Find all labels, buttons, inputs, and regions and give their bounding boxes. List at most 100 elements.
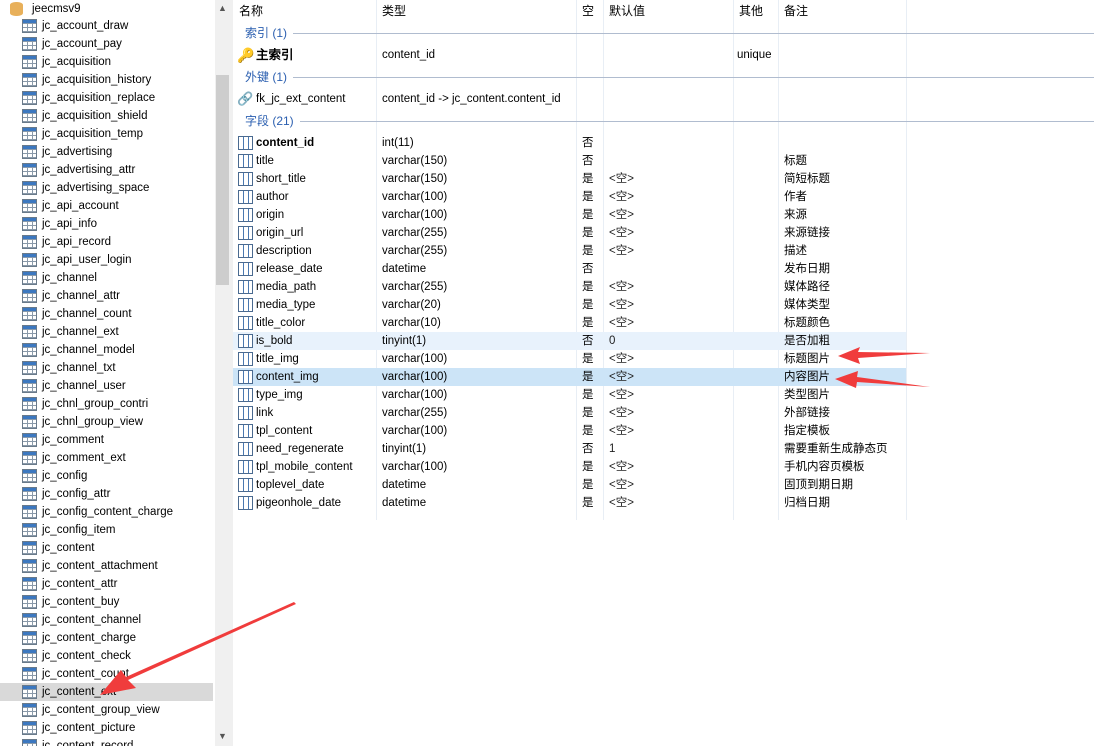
field-row[interactable]: need_regenerate tinyint(1) 否 1 需要重新生成静态页 [233,440,906,458]
sidebar-table-item[interactable]: jc_content_record [0,737,213,746]
field-name: content_id [256,137,315,149]
field-row[interactable]: media_type varchar(20) 是 <空> 媒体类型 [233,296,906,314]
sidebar-table-item[interactable]: jc_acquisition_history [0,71,213,89]
field-row[interactable]: content_id int(11) 否 [233,134,906,152]
sidebar-table-item[interactable]: jc_api_info [0,215,213,233]
sidebar-table-item[interactable]: jc_comment_ext [0,449,213,467]
field-icon [238,424,253,438]
field-default: <空> [609,227,634,239]
col-header-default[interactable]: 默认值 [603,0,645,22]
index-row[interactable]: 🔑 主索引 content_id unique [233,46,906,64]
field-row[interactable]: pigeonhole_date datetime 是 <空> 归档日期 [233,494,906,512]
field-row[interactable]: is_bold tinyint(1) 否 0 是否加粗 [233,332,906,350]
sidebar-table-item[interactable]: jc_acquisition [0,53,213,71]
sidebar-table-item[interactable]: jc_content_attachment [0,557,213,575]
scroll-down-icon[interactable]: ▼ [215,731,230,741]
col-header-type[interactable]: 类型 [376,0,406,22]
sidebar-table-item[interactable]: jc_acquisition_temp [0,125,213,143]
table-icon [22,217,37,231]
sidebar-table-item[interactable]: jc_config_attr [0,485,213,503]
sidebar-table-item[interactable]: jc_channel_attr [0,287,213,305]
field-row[interactable]: short_title varchar(150) 是 <空> 简短标题 [233,170,906,188]
col-header-other[interactable]: 其他 [733,0,763,22]
field-row[interactable]: tpl_mobile_content varchar(100) 是 <空> 手机内容页模… [233,458,906,476]
field-type: int(11) [382,137,414,149]
sidebar-table-item[interactable]: jc_config [0,467,213,485]
sidebar-table-item[interactable]: jc_api_record [0,233,213,251]
field-row[interactable]: origin varchar(100) 是 <空> 来源 [233,206,906,224]
sidebar-table-item[interactable]: jc_content_picture [0,719,213,737]
sidebar-table-item[interactable]: jc_channel_count [0,305,213,323]
sidebar-table-item[interactable]: jc_account_draw [0,17,213,35]
sidebar-table-item[interactable]: jc_channel_user [0,377,213,395]
sidebar-table-item[interactable]: jc_content_channel [0,611,213,629]
sidebar-table-item[interactable]: jc_channel_ext [0,323,213,341]
sidebar-table-item[interactable]: jc_content [0,539,213,557]
foreign-key-row[interactable]: 🔗 fk_jc_ext_content content_id -> jc_con… [233,90,906,108]
col-header-null[interactable]: 空 [576,0,594,22]
group-fields[interactable]: 字段 (21) [245,112,1094,130]
field-row[interactable]: content_img varchar(100) 是 <空> 内容图片 [233,368,906,386]
sidebar-table-item[interactable]: jc_content_charge [0,629,213,647]
sidebar-table-item[interactable]: jc_acquisition_replace [0,89,213,107]
table-name: jc_account_pay [42,38,122,50]
sidebar-table-item[interactable]: jc_channel [0,269,213,287]
field-row[interactable]: type_img varchar(100) 是 <空> 类型图片 [233,386,906,404]
sidebar-table-item[interactable]: jc_channel_model [0,341,213,359]
field-default: <空> [609,479,634,491]
scrollbar-thumb[interactable] [216,75,229,285]
field-row[interactable]: description varchar(255) 是 <空> 描述 [233,242,906,260]
table-icon [22,289,37,303]
sidebar-table-item[interactable]: jc_chnl_group_view [0,413,213,431]
field-row[interactable]: origin_url varchar(255) 是 <空> 来源链接 [233,224,906,242]
field-row[interactable]: title_color varchar(10) 是 <空> 标题颜色 [233,314,906,332]
field-name: need_regenerate [256,443,344,455]
sidebar-table-item[interactable]: jc_content_group_view [0,701,213,719]
field-row[interactable]: tpl_content varchar(100) 是 <空> 指定模板 [233,422,906,440]
sidebar-table-item[interactable]: jc_config_item [0,521,213,539]
sidebar-table-item[interactable]: jc_config_content_charge [0,503,213,521]
col-header-comment[interactable]: 备注 [778,0,808,22]
database-node[interactable]: jeecmsv9 [10,0,81,18]
table-name: jc_content_attachment [42,560,158,572]
field-icon [238,226,253,240]
sidebar-table-item[interactable]: jc_content_attr [0,575,213,593]
sidebar-table-item[interactable]: jc_content_buy [0,593,213,611]
group-foreign[interactable]: 外键 (1) [245,68,1094,86]
sidebar-table-item[interactable]: jc_content_check [0,647,213,665]
sidebar-table-item[interactable]: jc_api_account [0,197,213,215]
field-row[interactable]: title varchar(150) 否 标题 [233,152,906,170]
table-icon [22,541,37,555]
sidebar-table-item[interactable]: jc_advertising_attr [0,161,213,179]
field-comment: 归档日期 [784,497,830,509]
field-row[interactable]: title_img varchar(100) 是 <空> 标题图片 [233,350,906,368]
field-row[interactable]: release_date datetime 否 发布日期 [233,260,906,278]
table-icon [22,181,37,195]
sidebar-table-item[interactable]: jc_chnl_group_contri [0,395,213,413]
table-icon [22,73,37,87]
table-icon [22,739,37,746]
col-header-name[interactable]: 名称 [233,0,263,22]
sidebar-table-item[interactable]: jc_channel_txt [0,359,213,377]
sidebar-scrollbar[interactable]: ▲ ▼ [215,0,230,746]
sidebar-table-item[interactable]: jc_content_ext [0,683,213,701]
field-row[interactable]: media_path varchar(255) 是 <空> 媒体路径 [233,278,906,296]
field-comment: 作者 [784,191,807,203]
field-type: datetime [382,497,427,509]
field-row[interactable]: link varchar(255) 是 <空> 外部链接 [233,404,906,422]
field-default: <空> [609,281,634,293]
group-index[interactable]: 索引 (1) [245,24,1094,42]
field-row[interactable]: author varchar(100) 是 <空> 作者 [233,188,906,206]
sidebar-table-item[interactable]: jc_content_count [0,665,213,683]
sidebar-table-item[interactable]: jc_acquisition_shield [0,107,213,125]
sidebar-table-item[interactable]: jc_account_pay [0,35,213,53]
sidebar-table-item[interactable]: jc_advertising [0,143,213,161]
table-name: jc_config_content_charge [42,506,174,518]
field-row[interactable]: toplevel_date datetime 是 <空> 固顶到期日期 [233,476,906,494]
sidebar-table-item[interactable]: jc_api_user_login [0,251,213,269]
sidebar-table-item[interactable]: jc_comment [0,431,213,449]
table-icon [22,127,37,141]
sidebar-table-item[interactable]: jc_advertising_space [0,179,213,197]
scroll-up-icon[interactable]: ▲ [215,3,230,13]
field-comment: 来源 [784,209,807,221]
